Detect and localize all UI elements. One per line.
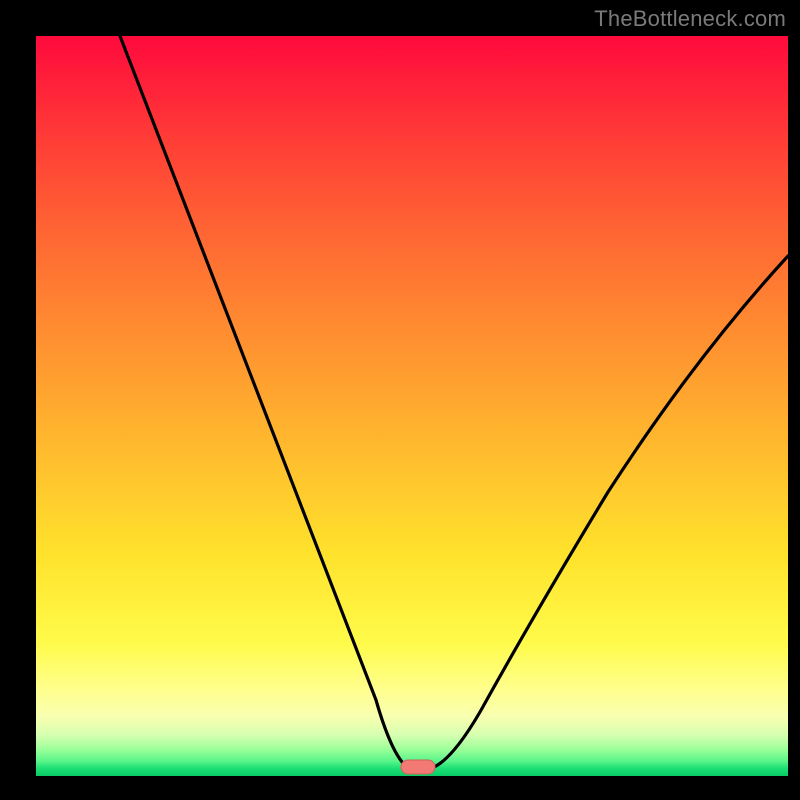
plot-area — [36, 36, 788, 776]
min-marker — [401, 760, 435, 774]
watermark-text: TheBottleneck.com — [594, 6, 786, 32]
bottleneck-curve — [120, 36, 788, 768]
chart-stage: TheBottleneck.com — [0, 0, 800, 800]
curve-layer — [36, 36, 788, 776]
